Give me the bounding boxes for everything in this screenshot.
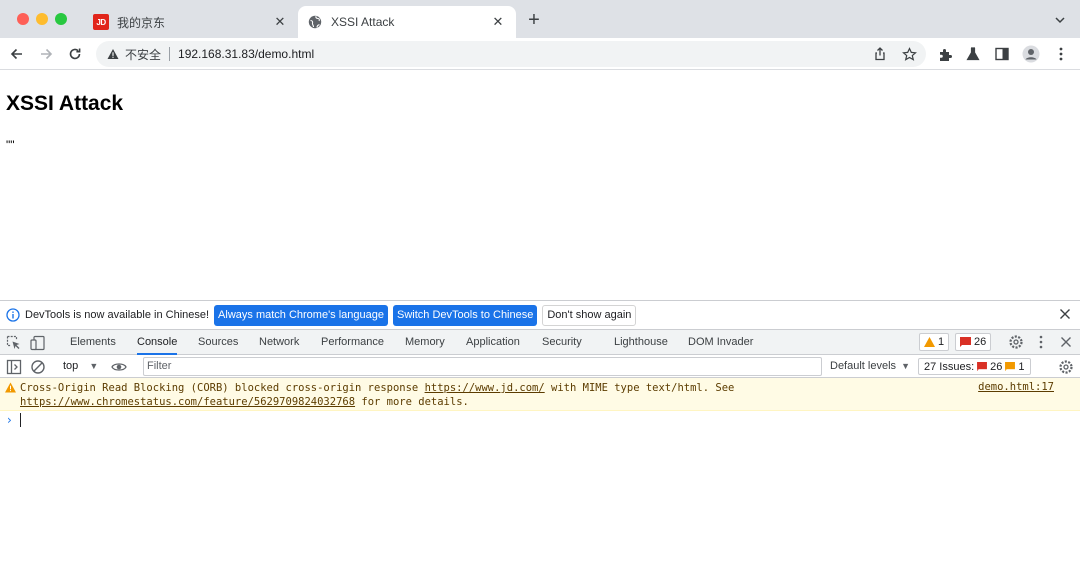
chromestatus-link[interactable]: https://www.chromestatus.com/feature/562… [20,396,355,408]
flask-icon[interactable] [963,44,983,64]
tab-application[interactable]: Application [466,330,520,355]
chrome-menu-icon[interactable] [1051,44,1071,64]
warning-text: Cross-Origin Read Blocking (CORB) blocke… [20,381,960,409]
minimize-window-button[interactable] [36,13,48,25]
new-tab-button[interactable]: + [524,10,544,30]
jd-link[interactable]: https://www.jd.com/ [425,382,545,394]
error-flag-icon [960,337,971,347]
devtools-language-infobar: DevTools is now available in Chinese! Al… [0,300,1080,330]
forward-icon[interactable] [36,44,56,64]
divider [169,47,171,61]
more-options-icon[interactable] [1033,334,1049,350]
close-infobar-icon[interactable] [1058,307,1072,321]
tab-sources[interactable]: Sources [198,330,238,355]
close-tab-icon[interactable]: ✕ [272,14,288,30]
profile-avatar-icon[interactable] [1021,44,1041,64]
console-warning-message: Cross-Origin Read Blocking (CORB) blocke… [0,378,1080,411]
tab-performance[interactable]: Performance [321,330,384,355]
address-bar[interactable]: 不安全 192.168.31.83/demo.html [96,41,926,67]
globe-icon [307,14,323,30]
close-tab-icon[interactable]: ✕ [490,14,506,30]
errors-count: 26 [974,336,987,348]
device-toolbar-icon[interactable] [30,335,46,351]
warning-flag-icon [1005,362,1016,371]
always-match-language-button[interactable]: Always match Chrome's language [214,304,389,326]
issues-warnings-count: 1 [1018,360,1025,373]
tab-title: 我的京东 [117,15,166,30]
extensions-puzzle-icon[interactable] [935,44,955,64]
issues-button[interactable]: 27 Issues: 26 1 [918,358,1031,375]
console-filter-input[interactable]: Filter [143,357,822,376]
reload-icon[interactable] [65,44,85,64]
console-settings-gear-icon[interactable] [1058,359,1074,375]
close-window-button[interactable] [17,13,29,25]
tab-security[interactable]: Security [542,330,582,355]
info-icon [6,308,20,322]
tab-title: XSSI Attack [331,15,395,29]
security-label[interactable]: 不安全 [125,46,161,63]
tab-network[interactable]: Network [259,330,299,355]
show-sidebar-icon[interactable] [6,359,22,375]
console-prompt-chevron-icon: › [7,413,12,427]
page-body-text: "" [6,138,15,152]
share-icon[interactable] [871,45,889,63]
tab-lighthouse[interactable]: Lighthouse [614,330,668,355]
warning-text-part: Cross-Origin Read Blocking (CORB) blocke… [20,382,425,394]
devtools-tab-bar: Elements Console Sources Network Perform… [0,330,1080,355]
tab-xssi-attack[interactable]: XSSI Attack ✕ [298,6,516,38]
tab-jd[interactable]: JD 我的京东 ✕ [84,6,298,38]
warning-icon [924,337,935,347]
tab-search-icon[interactable] [1052,12,1068,28]
live-expression-eye-icon[interactable] [111,359,127,375]
source-location-link[interactable]: demo.html:17 [978,381,1054,393]
error-flag-icon [977,362,988,371]
settings-gear-icon[interactable] [1008,334,1024,350]
url-text[interactable]: 192.168.31.83/demo.html [178,47,314,61]
dont-show-again-button[interactable]: Don't show again [542,304,637,326]
context-selector[interactable]: top ▼ [56,355,98,378]
jd-favicon: JD [93,14,109,30]
dropdown-arrow-icon: ▼ [89,361,99,371]
inspect-element-icon[interactable] [6,335,22,351]
switch-to-chinese-button[interactable]: Switch DevTools to Chinese [393,304,538,326]
tab-memory[interactable]: Memory [405,330,445,355]
warning-text-part: with MIME type text/html. See [544,382,735,394]
warnings-badge[interactable]: 1 [919,333,950,351]
clear-console-icon[interactable] [30,359,46,375]
browser-toolbar: 不安全 192.168.31.83/demo.html [0,38,1080,70]
tab-dom-invader[interactable]: DOM Invader [688,330,753,355]
issues-label: 27 Issues: [924,360,975,373]
log-levels-dropdown[interactable]: Default levels ▼ [830,355,910,378]
tab-strip: JD 我的京东 ✕ XSSI Attack ✕ + [0,0,1080,38]
back-icon[interactable] [7,44,27,64]
close-devtools-icon[interactable] [1058,334,1074,350]
warning-icon [5,382,16,393]
warning-icon [107,49,119,59]
tab-elements[interactable]: Elements [70,330,116,355]
context-value: top [63,360,79,372]
warnings-count: 1 [938,336,945,348]
console-toolbar: top ▼ Filter Default levels ▼ 27 Issues:… [0,355,1080,378]
console-input-caret[interactable] [20,413,21,427]
zoom-window-button[interactable] [55,13,67,25]
bookmark-star-icon[interactable] [900,45,918,63]
tab-console[interactable]: Console [137,330,178,355]
console-output: Cross-Origin Read Blocking (CORB) blocke… [0,378,1080,567]
log-levels-label: Default levels [830,360,897,372]
dropdown-arrow-icon: ▼ [901,361,911,371]
page-title: XSSI Attack [6,92,124,115]
infobar-message: DevTools is now available in Chinese! [25,309,210,321]
errors-badge[interactable]: 26 [955,333,992,351]
side-panel-icon[interactable] [992,44,1012,64]
page-content: XSSI Attack "" [0,71,1080,300]
issues-errors-count: 26 [990,360,1003,373]
warning-text-part: for more details. [355,396,469,408]
